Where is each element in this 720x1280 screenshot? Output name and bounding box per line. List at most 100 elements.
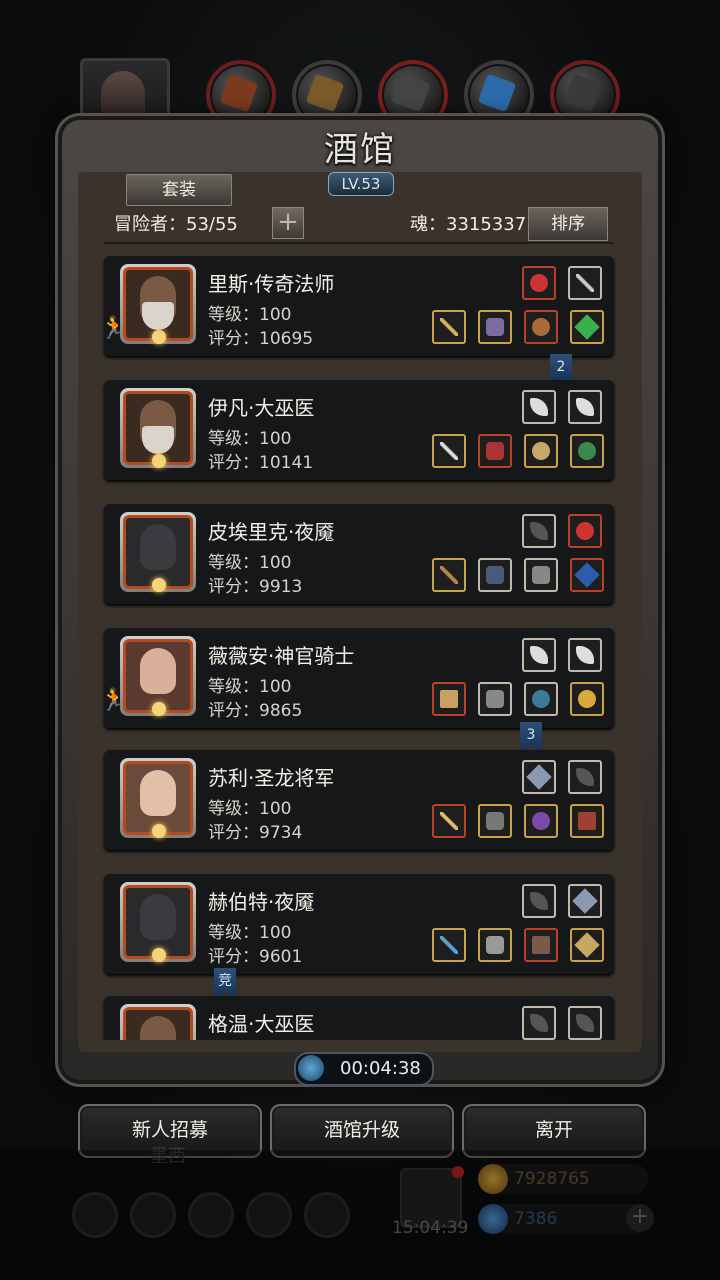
hero-name: 薇薇安·神官骑士 (208, 644, 355, 668)
hero-avatar[interactable] (120, 264, 196, 344)
equip-slot[interactable] (524, 804, 558, 838)
hero-avatar[interactable] (120, 512, 196, 592)
equip-slot[interactable] (570, 558, 604, 592)
wing-slot[interactable] (522, 390, 556, 424)
running-figure-icon: 🏃 (100, 688, 128, 713)
hero-helm (140, 894, 176, 940)
add-slot-button[interactable]: + (272, 207, 304, 239)
equip-slot[interactable] (478, 558, 512, 592)
hero-avatar[interactable] (120, 636, 196, 716)
helmet-icon (486, 318, 504, 336)
hero-score: 评分：9865 (208, 701, 303, 721)
wing-slot[interactable] (522, 1006, 556, 1040)
hero-name: 苏利·圣龙将军 (208, 766, 335, 790)
hero-beard (142, 426, 174, 454)
hero-beard (142, 302, 174, 330)
moon-icon (152, 702, 166, 716)
equip-slot[interactable] (478, 434, 512, 468)
equip-slot[interactable] (524, 434, 558, 468)
equip-slot[interactable] (524, 310, 558, 344)
hero-card[interactable]: 伊凡·大巫医 等级：100 评分：10141 (104, 380, 614, 480)
hero-card[interactable]: 苏利·圣龙将军 等级：100 评分：9734 (104, 750, 614, 850)
equip-slot[interactable] (432, 558, 466, 592)
equip-slot[interactable] (478, 310, 512, 344)
equip-slot[interactable] (524, 558, 558, 592)
set-tab-button[interactable]: 套装 (126, 174, 232, 206)
emblem-slot[interactable] (568, 884, 602, 918)
equip-slot[interactable] (432, 682, 466, 716)
star-emblem-icon (526, 764, 552, 790)
equip-slot[interactable] (432, 434, 466, 468)
wood-icon (305, 73, 345, 113)
hero-card[interactable]: 赫伯特·夜魇 等级：100 评分：9601 (104, 874, 614, 974)
equip-slot[interactable] (570, 928, 604, 962)
wing-slot[interactable] (568, 638, 602, 672)
weapon-slot[interactable] (568, 266, 602, 300)
dark-wing-icon (576, 1014, 594, 1032)
orb-icon (532, 812, 550, 830)
moon-icon (152, 948, 166, 962)
rank-flag: 3 (520, 722, 542, 752)
moon-icon (152, 578, 166, 592)
emblem-slot[interactable] (522, 760, 556, 794)
hero-list[interactable]: 🏃 里斯·传奇法师 等级：100 评分：10695 2 伊凡·大巫医 等级：10… (100, 250, 616, 1040)
wing-slot[interactable] (568, 760, 602, 794)
hero-avatar[interactable] (120, 758, 196, 838)
hero-avatar[interactable] (120, 1004, 196, 1040)
hero-card[interactable]: 皮埃里克·夜魇 等级：100 评分：9913 (104, 504, 614, 604)
equip-slot[interactable] (432, 310, 466, 344)
armor-icon (486, 812, 504, 830)
wing-slot[interactable] (568, 390, 602, 424)
equip-slot[interactable] (524, 928, 558, 962)
dark-wing-icon (576, 768, 594, 786)
wing-icon (530, 646, 548, 664)
crystal-icon (477, 73, 517, 113)
equip-slot[interactable] (570, 310, 604, 344)
wand-icon (440, 318, 458, 336)
leather-icon (219, 73, 259, 113)
hero-name: 伊凡·大巫医 (208, 396, 315, 420)
equip-slot[interactable] (478, 804, 512, 838)
hero-name: 皮埃里克·夜魇 (208, 520, 335, 544)
hero-avatar[interactable] (120, 388, 196, 468)
equip-slot[interactable] (570, 434, 604, 468)
moon-icon (152, 454, 166, 468)
dark-wing-icon (530, 1014, 548, 1032)
equip-slot[interactable] (478, 928, 512, 962)
hero-level: 等级：100 (208, 799, 292, 819)
hero-card[interactable]: 🏃 薇薇安·神官骑士 等级：100 评分：9865 (100, 628, 614, 728)
sort-button[interactable]: 排序 (528, 207, 608, 241)
staff-icon (576, 274, 594, 292)
hero-head (140, 1016, 176, 1040)
dagger-icon (440, 936, 458, 954)
equip-slot[interactable] (570, 804, 604, 838)
hero-avatar[interactable] (120, 882, 196, 962)
hero-score: 评分：10695 (208, 329, 314, 349)
wing-slot[interactable] (522, 884, 556, 918)
wing-slot[interactable] (568, 1006, 602, 1040)
hero-score: 评分：9601 (208, 947, 303, 967)
equip-slot[interactable] (432, 804, 466, 838)
timer-text: 00:04:38 (340, 1058, 421, 1079)
equip-slot[interactable] (524, 682, 558, 716)
gold-emblem-icon (574, 932, 600, 958)
amulet-icon (532, 442, 550, 460)
equip-slot[interactable] (432, 928, 466, 962)
dark-wing-icon (530, 522, 548, 540)
equip-slot[interactable] (570, 682, 604, 716)
wing-slot[interactable] (522, 514, 556, 548)
moon-icon (152, 824, 166, 838)
green-gem-icon (574, 314, 600, 340)
ring-icon (578, 442, 596, 460)
armor-icon (486, 690, 504, 708)
hero-card[interactable]: 格温·大巫医 (104, 996, 614, 1040)
emblem-slot[interactable] (522, 266, 556, 300)
belt-icon (578, 812, 596, 830)
hero-card[interactable]: 🏃 里斯·传奇法师 等级：100 评分：10695 (100, 256, 614, 356)
equip-slot[interactable] (478, 682, 512, 716)
running-figure-icon: 🏃 (100, 316, 128, 341)
hero-score: 评分：9913 (208, 577, 303, 597)
emblem-slot[interactable] (568, 514, 602, 548)
wing-slot[interactable] (522, 638, 556, 672)
hero-score: 评分：10141 (208, 453, 314, 473)
